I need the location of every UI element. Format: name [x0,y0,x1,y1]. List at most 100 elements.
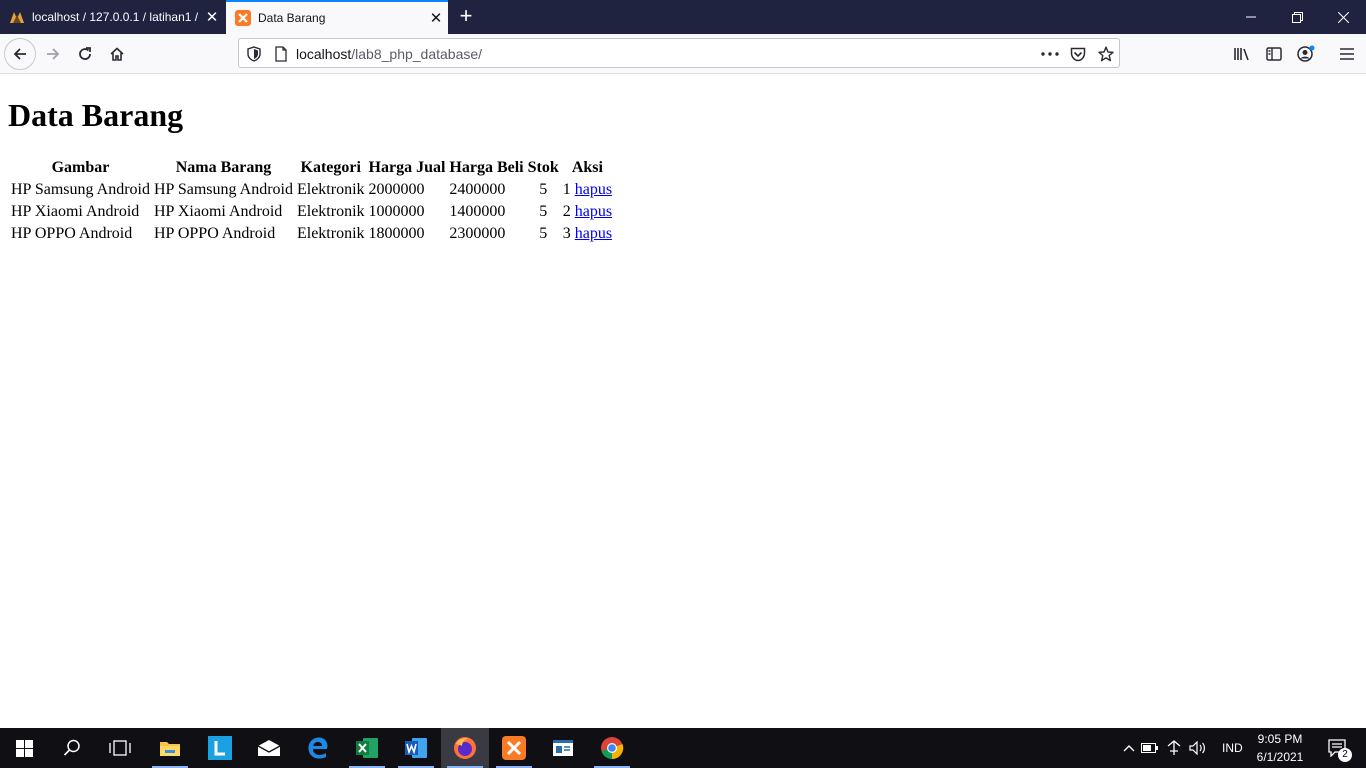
search-icon [63,739,80,756]
library-button[interactable] [1226,38,1258,70]
home-button[interactable] [101,38,133,70]
volume-icon[interactable] [1186,741,1210,755]
tab-strip: localhost / 127.0.0.1 / latihan1 / ✕ Dat… [0,0,1366,34]
home-icon [110,47,124,61]
row-id: 2 [562,203,571,220]
file-explorer-icon [160,742,180,756]
file-explorer-button[interactable] [146,728,194,768]
xampp-icon [502,736,526,760]
column-header-harga-beli: Harga Beli [449,159,524,176]
close-tab-icon[interactable]: ✕ [200,8,224,26]
cell-stok: 5 [539,203,548,220]
firefox-icon [454,737,476,759]
cell-kategori: Elektronik [296,225,365,242]
app-window-button[interactable] [539,728,587,768]
notification-count-badge: 2 [1338,748,1352,762]
column-header-aksi: Aksi [571,159,603,176]
cell-harga-beli: 1400000 [449,203,506,220]
url-path: /lab8_php_database/ [351,46,483,62]
cell-harga-beli: 2400000 [449,181,506,198]
edge-button[interactable] [294,728,342,768]
new-tab-button[interactable]: + [455,4,477,28]
account-button[interactable] [1290,38,1322,70]
system-tray: IND [1120,728,1243,768]
table-row: HP Samsung Android HP Samsung Android El… [10,180,613,200]
cell-harga-jual: 1000000 [368,203,425,220]
shield-icon[interactable] [245,45,263,63]
show-hidden-icons-icon[interactable] [1120,744,1138,752]
page-info-icon[interactable] [272,45,290,63]
cell-gambar: HP OPPO Android [11,225,133,242]
back-button[interactable] [4,38,36,70]
excel-icon [356,738,378,758]
url-host: localhost [296,46,352,62]
start-icon [15,739,33,757]
minimize-button[interactable] [1228,0,1274,34]
reload-icon [79,47,91,60]
word-button[interactable] [392,728,440,768]
close-window-button[interactable] [1320,0,1366,34]
cell-nama-barang: HP Samsung Android [153,181,293,198]
battery-icon[interactable] [1138,743,1162,753]
page-heading: Data Barang [8,97,184,133]
hapus-link[interactable]: hapus [575,203,612,220]
forward-button[interactable] [37,38,69,70]
tab-title: localhost / 127.0.0.1 / latihan1 / [32,10,199,24]
cell-aksi: 1 hapus [562,180,613,200]
firefox-button[interactable] [441,728,489,768]
search-button[interactable] [48,728,96,768]
xampp-button[interactable] [490,728,538,768]
cell-nama-barang: HP OPPO Android [153,225,276,242]
bookmark-star-icon[interactable] [1097,45,1115,63]
cell-stok: 5 [539,181,548,198]
column-header-harga-jual: Harga Jual [368,159,446,176]
sidebar-icon [1266,47,1282,61]
forward-arrow-icon [47,48,60,60]
restore-button[interactable] [1274,0,1320,34]
start-button[interactable] [0,728,48,768]
input-language-indicator[interactable]: IND [1222,741,1243,755]
hapus-link[interactable]: hapus [575,225,612,242]
cell-harga-jual: 2000000 [368,181,425,198]
table-row: HP OPPO Android HP OPPO Android Elektron… [10,224,613,244]
cell-kategori: Elektronik [296,181,365,198]
network-icon[interactable] [1162,740,1186,756]
back-arrow-icon [13,48,26,60]
action-center-button[interactable]: 2 [1318,728,1358,768]
close-tab-icon[interactable]: ✕ [424,9,448,27]
edge-icon [308,737,328,759]
reload-button[interactable] [69,38,101,70]
tab-phpmyadmin[interactable]: localhost / 127.0.0.1 / latihan1 / ✕ [0,0,224,34]
row-id: 1 [562,181,571,198]
cell-kategori: Elektronik [296,203,365,220]
cell-gambar: HP Samsung Android [11,181,150,198]
menu-button[interactable] [1331,38,1363,70]
excel-button[interactable] [343,728,391,768]
sidebar-button[interactable] [1258,38,1290,70]
clock[interactable]: 9:05 PM 6/1/2021 [1252,730,1308,766]
chrome-icon [601,737,624,760]
xampp-icon [235,10,251,26]
tab-title: Data Barang [258,11,326,25]
task-view-icon [109,740,131,756]
clock-date: 6/1/2021 [1256,750,1304,764]
chrome-button[interactable] [588,728,636,768]
page-actions-icon[interactable] [1041,45,1059,63]
task-view-button[interactable] [96,728,144,768]
cell-aksi: 3 hapus [562,224,613,244]
data-barang-table: Gambar Nama Barang Kategori Harga Jual H… [8,156,615,246]
app-l-button[interactable] [196,728,244,768]
table-header-row: Gambar Nama Barang Kategori Harga Jual H… [10,158,613,178]
hamburger-menu-icon [1340,48,1354,60]
row-id: 3 [562,225,571,242]
phpmyadmin-icon [9,9,25,25]
mail-button[interactable] [245,728,293,768]
library-icon [1234,48,1249,61]
table-row: HP Xiaomi Android HP Xiaomi Android Elek… [10,202,613,222]
app-window-icon [553,740,573,756]
column-header-kategori: Kategori [300,159,361,176]
pocket-icon[interactable] [1069,45,1087,63]
tab-data-barang[interactable]: Data Barang ✕ [226,0,448,34]
hapus-link[interactable]: hapus [575,181,612,198]
address-bar[interactable]: localhost/lab8_php_database/ [238,38,1120,68]
